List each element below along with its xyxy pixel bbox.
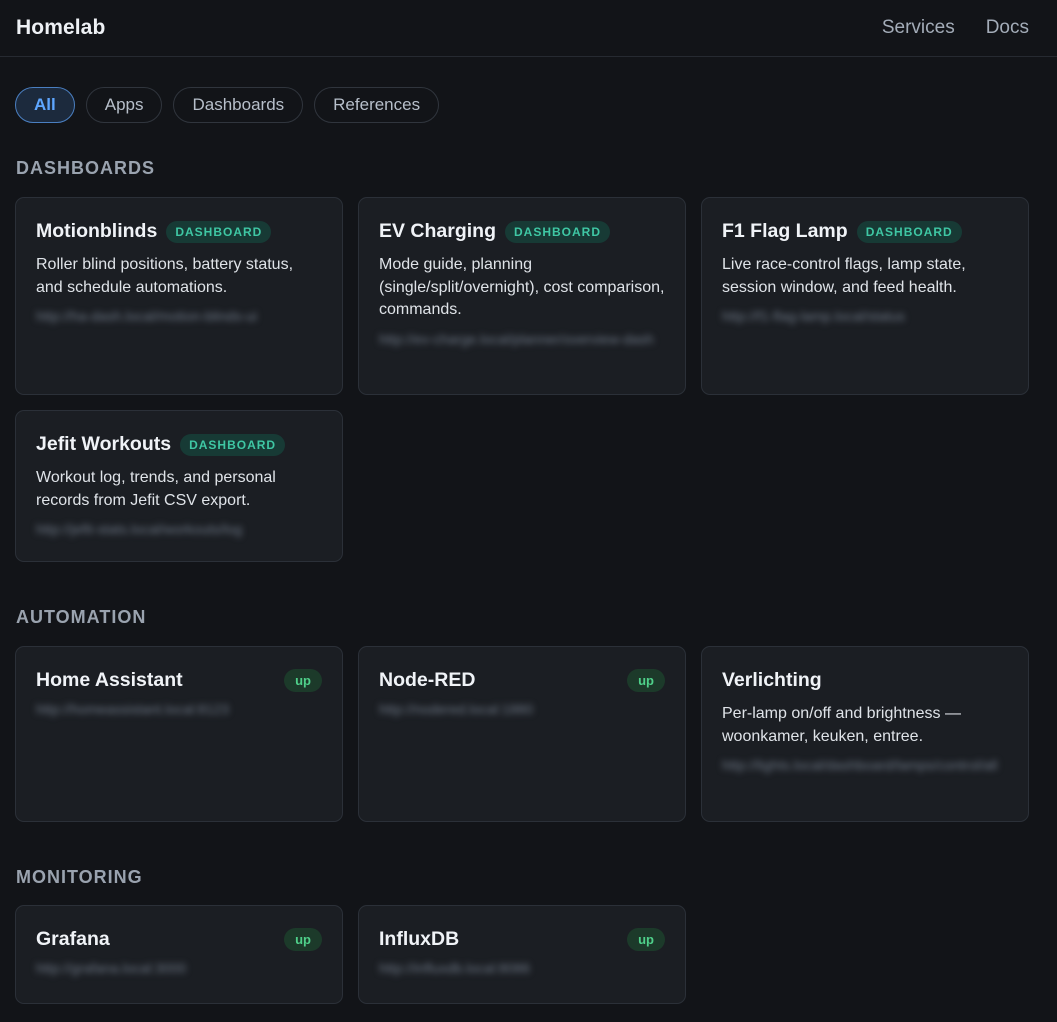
status-badge: up	[284, 669, 322, 692]
dashboard-badge: DASHBOARD	[180, 433, 286, 456]
card-title: Home Assistant	[36, 669, 183, 691]
top-bar: Homelab Services Docs	[0, 0, 1057, 57]
card-description: Live race-control flags, lamp state, ses…	[722, 256, 966, 296]
card-influxdb[interactable]: InfluxDB up http://influxdb.local:8086	[358, 905, 686, 1004]
filter-chips: All Apps Dashboards References	[15, 87, 440, 123]
card-node-red[interactable]: Node-RED up http://nodered.local:1880	[358, 646, 686, 822]
card-url: http://nodered.local:1880	[379, 701, 534, 717]
card-url: http://jefit-stats.local/workouts/log	[36, 521, 243, 537]
card-description: Mode guide, planning (single/split/overn…	[379, 256, 665, 318]
card-url: http://influxdb.local:8086	[379, 960, 530, 976]
dashboard-badge: DASHBOARD	[505, 220, 611, 243]
section-title-monitoring: MONITORING	[16, 867, 143, 887]
card-jefit-workouts[interactable]: Jefit Workouts DASHBOARD Workout log, tr…	[15, 410, 343, 562]
card-home-assistant[interactable]: Home Assistant up http://homeassistant.l…	[15, 646, 343, 822]
dashboard-badge: DASHBOARD	[166, 220, 272, 243]
card-title: InfluxDB	[379, 928, 460, 950]
card-url: http://f1-flag-lamp.local/status	[722, 308, 905, 324]
card-verlichting[interactable]: Verlichting Per-lamp on/off and brightne…	[701, 646, 1029, 822]
card-motionblinds[interactable]: Motionblinds DASHBOARD Roller blind posi…	[15, 197, 343, 395]
filter-apps-chip[interactable]: Apps	[85, 87, 163, 123]
top-nav: Services Docs	[882, 17, 1029, 39]
card-grafana[interactable]: Grafana up http://grafana.local:3000	[15, 905, 343, 1004]
brand-title[interactable]: Homelab	[16, 16, 105, 40]
status-badge: up	[284, 928, 322, 951]
filter-all-chip[interactable]: All	[15, 87, 75, 123]
card-title: Node-RED	[379, 669, 476, 691]
status-badge: up	[627, 928, 665, 951]
card-ev-charging[interactable]: EV Charging DASHBOARD Mode guide, planni…	[358, 197, 686, 395]
card-title: Jefit Workouts	[36, 433, 172, 455]
status-badge: up	[627, 669, 665, 692]
section-title-dashboards: DASHBOARDS	[16, 158, 156, 178]
filter-dashboards-chip[interactable]: Dashboards	[173, 87, 304, 123]
dashboard-badge: DASHBOARD	[856, 220, 962, 243]
card-title: EV Charging	[379, 220, 497, 242]
nav-services-link[interactable]: Services	[882, 17, 955, 39]
card-description: Roller blind positions, battery status, …	[36, 256, 294, 296]
card-url: http://lights.local/dashboard/lamps/cont…	[722, 757, 998, 773]
card-url: http://ha-dash.local/motion-blinds-ui	[36, 308, 258, 324]
section-title-automation: AUTOMATION	[16, 607, 147, 627]
card-description: Workout log, trends, and personal record…	[36, 469, 276, 509]
filter-references-chip[interactable]: References	[314, 87, 440, 123]
card-f1-flag-lamp[interactable]: F1 Flag Lamp DASHBOARD Live race-control…	[701, 197, 1029, 395]
card-title: Grafana	[36, 928, 110, 950]
card-title: F1 Flag Lamp	[722, 220, 848, 242]
card-url: http://grafana.local:3000	[36, 960, 187, 976]
card-title: Motionblinds	[36, 220, 158, 242]
card-url: http://homeassistant.local:8123	[36, 701, 230, 717]
nav-docs-link[interactable]: Docs	[986, 17, 1029, 39]
card-description: Per-lamp on/off and brightness — woonkam…	[722, 705, 961, 745]
card-title: Verlichting	[722, 669, 822, 691]
card-url: http://ev-charge.local/planner/overview-…	[379, 330, 654, 347]
